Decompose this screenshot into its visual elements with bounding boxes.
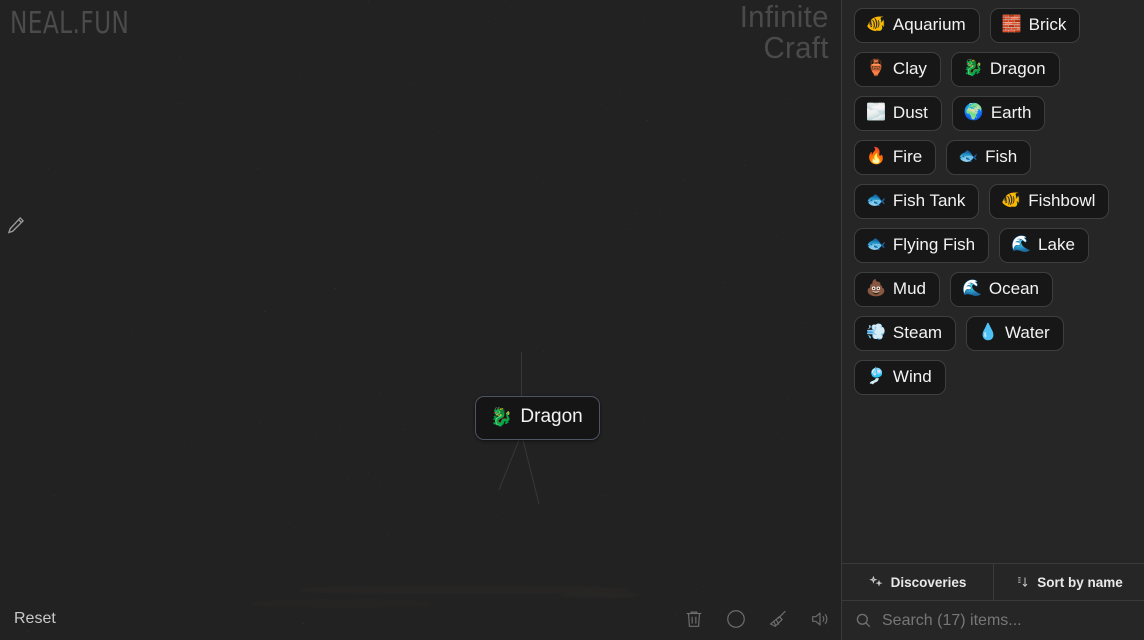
item-chip[interactable]: 🐟 Fish: [946, 140, 1032, 175]
dragon-emoji-icon: 🐉: [490, 407, 513, 427]
item-label: Fire: [892, 147, 923, 166]
item-emoji-icon: 💧: [978, 323, 998, 341]
item-emoji-icon: 🎐: [866, 367, 886, 385]
item-chip[interactable]: 🐟 Fish Tank: [854, 184, 980, 219]
search-bar[interactable]: [842, 600, 1144, 640]
item-chip[interactable]: 🎐 Wind: [854, 360, 946, 395]
item-label: Fishbowl: [1028, 191, 1096, 210]
item-label: Water: [1004, 323, 1050, 342]
infinite-craft-app: NEAL.FUN Infinite Craft 🐉 Dragon Reset 🐠…: [0, 0, 1144, 640]
thread-line: [521, 352, 522, 400]
item-chip[interactable]: 🔥 Fire: [854, 140, 937, 175]
item-label: Earth: [990, 103, 1032, 122]
search-input[interactable]: [882, 611, 1132, 630]
item-label: Clay: [892, 59, 927, 78]
item-emoji-icon: 💩: [866, 279, 886, 297]
item-chip[interactable]: 🌫️ Dust: [854, 96, 942, 131]
item-emoji-icon: 🏺: [866, 59, 886, 77]
item-label: Dust: [892, 103, 928, 122]
item-chip[interactable]: 🐉 Dragon: [950, 52, 1060, 87]
item-emoji-icon: 🌊: [1011, 235, 1032, 253]
sparkles-icon: [868, 575, 884, 590]
search-icon: [854, 611, 873, 630]
reset-button[interactable]: Reset: [10, 608, 60, 630]
item-label: Lake: [1038, 235, 1075, 254]
item-label: Fish: [985, 147, 1018, 166]
item-label: Brick: [1028, 15, 1067, 34]
canvas-node-label: Dragon: [520, 406, 583, 427]
item-label: Mud: [892, 279, 926, 298]
ghost-smudge: [300, 586, 630, 594]
item-label: Aquarium: [892, 15, 966, 34]
page-title: Infinite Craft: [739, 0, 829, 65]
item-emoji-icon: 🐟: [866, 235, 886, 253]
item-label: Flying Fish: [892, 235, 976, 254]
item-chip[interactable]: 🐠 Aquarium: [854, 8, 980, 43]
item-chip[interactable]: 🐟 Flying Fish: [854, 228, 990, 263]
item-chip[interactable]: 🌊 Ocean: [950, 272, 1054, 307]
moon-icon[interactable]: [723, 606, 749, 632]
items-list: 🐠 Aquarium 🧱 Brick 🏺 Clay 🐉 Dragon 🌫️ Dust 🌍 Earth 🔥…: [842, 0, 1144, 563]
background-speckles: [0, 0, 841, 640]
speaker-icon[interactable]: [807, 606, 833, 632]
sort-by-name-button[interactable]: Sort by name: [993, 564, 1144, 600]
item-emoji-icon: 🌫️: [866, 103, 886, 121]
broom-icon[interactable]: [765, 606, 791, 632]
discoveries-button[interactable]: Discoveries: [842, 564, 993, 600]
item-chip[interactable]: 🏺 Clay: [854, 52, 941, 87]
ghost-smudge: [560, 592, 640, 598]
item-emoji-icon: 🔥: [866, 147, 886, 165]
item-chip[interactable]: 🧱 Brick: [989, 8, 1081, 43]
item-emoji-icon: 🐟: [958, 147, 979, 165]
item-label: Ocean: [988, 279, 1040, 298]
discoveries-label: Discoveries: [890, 574, 967, 590]
item-chip[interactable]: 🌍 Earth: [951, 96, 1046, 131]
page-title-line-2: Craft: [763, 29, 829, 65]
item-emoji-icon: 🐠: [1001, 191, 1022, 209]
item-chip[interactable]: 💩 Mud: [854, 272, 940, 307]
item-chip[interactable]: 💨 Steam: [854, 316, 957, 351]
trash-icon[interactable]: [681, 606, 707, 632]
item-label: Fish Tank: [892, 191, 966, 210]
item-label: Wind: [892, 367, 932, 386]
page-title-line-1: Infinite: [739, 0, 829, 34]
item-emoji-icon: 💨: [866, 323, 886, 341]
canvas-toolbar: [681, 606, 833, 632]
neal-fun-logo[interactable]: NEAL.FUN: [10, 6, 129, 41]
item-chip[interactable]: 🐠 Fishbowl: [989, 184, 1110, 219]
thread-line: [498, 433, 522, 490]
sort-az-icon: [1015, 575, 1030, 590]
item-emoji-icon: 🌊: [962, 279, 982, 297]
sidebar-footer: Discoveries Sort by name: [842, 563, 1144, 600]
sort-label: Sort by name: [1037, 574, 1123, 590]
item-emoji-icon: 🐉: [962, 59, 983, 77]
item-emoji-icon: 🐟: [866, 191, 886, 209]
item-label: Dragon: [989, 59, 1046, 78]
item-chip[interactable]: 🌊 Lake: [999, 228, 1089, 263]
item-emoji-icon: 🌍: [963, 103, 984, 121]
items-sidebar: 🐠 Aquarium 🧱 Brick 🏺 Clay 🐉 Dragon 🌫️ Dust 🌍 Earth 🔥…: [841, 0, 1144, 640]
item-emoji-icon: 🧱: [1001, 15, 1022, 33]
canvas-node-dragon[interactable]: 🐉 Dragon: [475, 396, 600, 440]
pencil-icon: [6, 212, 26, 238]
item-label: Steam: [892, 323, 943, 342]
item-chip[interactable]: 💧 Water: [966, 316, 1064, 351]
thread-line: [521, 433, 540, 504]
item-emoji-icon: 🐠: [866, 15, 886, 33]
crafting-canvas[interactable]: NEAL.FUN Infinite Craft 🐉 Dragon Reset: [0, 0, 841, 640]
ghost-smudge: [252, 600, 432, 607]
